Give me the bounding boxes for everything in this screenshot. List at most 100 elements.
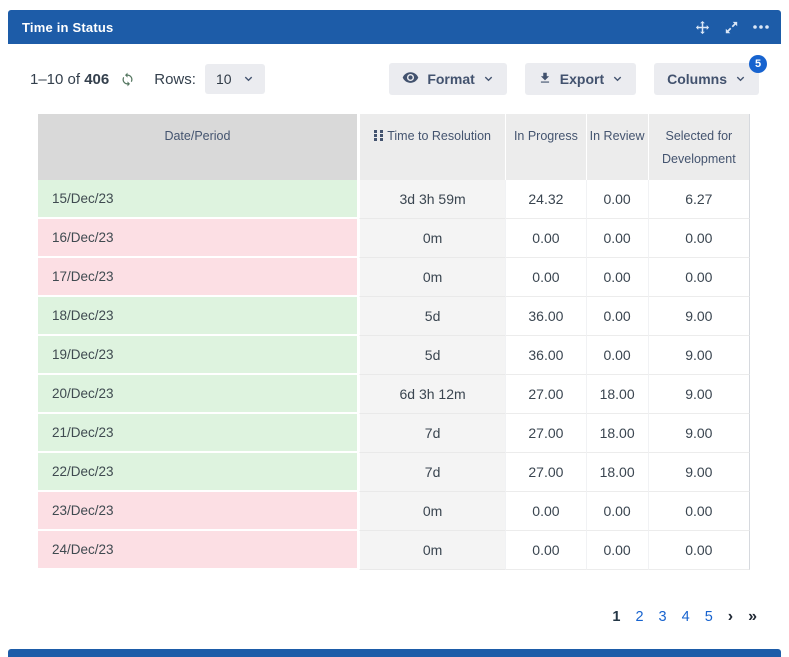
date-cell: 23/Dec/23 [38,492,359,531]
more-options-icon[interactable] [753,25,769,29]
pagination: 12345 › » [612,608,757,626]
in-review-cell: 0.00 [586,258,648,297]
in-review-cell: 0.00 [586,531,648,570]
in-review-cell: 18.00 [586,414,648,453]
table-body: 15/Dec/233d 3h 59m24.320.006.2716/Dec/23… [38,180,750,570]
table-row: 21/Dec/237d27.0018.009.00 [38,414,750,453]
table-row: 18/Dec/235d36.000.009.00 [38,297,750,336]
dashboard-page: Time in Status 1–10 of 406 Rows: 10 [0,0,789,657]
in-review-cell: 0.00 [586,219,648,258]
date-cell: 16/Dec/23 [38,219,359,258]
gadget-toolbar: 1–10 of 406 Rows: 10 Format [0,62,789,96]
time-to-resolution-cell: 7d [359,453,505,492]
date-cell: 19/Dec/23 [38,336,359,375]
next-gadget-header-bar [8,649,781,657]
in-progress-cell: 0.00 [505,219,585,258]
columns-count-badge: 5 [749,55,767,73]
selected-for-development-cell: 0.00 [648,219,750,258]
selected-for-development-cell: 9.00 [648,414,750,453]
chevron-down-icon [243,71,254,87]
date-cell: 18/Dec/23 [38,297,359,336]
in-progress-cell: 0.00 [505,531,585,570]
column-header-in-progress[interactable]: In Progress [505,114,585,180]
export-button[interactable]: Export [525,63,636,95]
download-icon [538,71,552,88]
page-3-link[interactable]: 3 [659,609,667,625]
table-row: 15/Dec/233d 3h 59m24.320.006.27 [38,180,750,219]
in-review-cell: 0.00 [586,180,648,219]
time-in-status-table: Date/Period Time to Resolution In Progre… [38,114,750,570]
table-row: 17/Dec/230m0.000.000.00 [38,258,750,297]
page-4-link[interactable]: 4 [682,609,690,625]
in-review-cell: 0.00 [586,492,648,531]
column-header-date-period[interactable]: Date/Period [38,114,359,180]
last-page-button[interactable]: » [748,608,757,626]
column-header-in-review[interactable]: In Review [586,114,648,180]
move-icon[interactable] [695,20,710,35]
table-row: 20/Dec/236d 3h 12m27.0018.009.00 [38,375,750,414]
page-5-link[interactable]: 5 [705,609,713,625]
selected-for-development-cell: 6.27 [648,180,750,219]
eye-icon [402,69,419,89]
in-review-cell: 0.00 [586,336,648,375]
selected-for-development-cell: 0.00 [648,531,750,570]
chevron-down-icon [612,71,623,87]
in-progress-cell: 0.00 [505,492,585,531]
column-header-label: Time to Resolution [387,129,491,143]
columns-button-label: Columns [667,71,727,87]
rows-per-page-select[interactable]: 10 [205,64,265,94]
rows-per-page-value: 10 [216,71,232,87]
column-header-time-to-resolution[interactable]: Time to Resolution [359,114,505,180]
column-header-selected-for-development[interactable]: Selected for Development [648,114,750,180]
date-cell: 15/Dec/23 [38,180,359,219]
date-cell: 22/Dec/23 [38,453,359,492]
drag-handle-icon[interactable] [374,126,383,149]
gadget-title: Time in Status [22,20,113,35]
export-button-label: Export [560,71,604,87]
selected-for-development-cell: 9.00 [648,375,750,414]
in-progress-cell: 27.00 [505,414,585,453]
range-label: 1–10 of 406 [30,71,109,88]
table-row: 22/Dec/237d27.0018.009.00 [38,453,750,492]
table-row: 23/Dec/230m0.000.000.00 [38,492,750,531]
toolbar-buttons: Format Export Columns [389,63,759,95]
in-progress-cell: 36.00 [505,297,585,336]
columns-button[interactable]: Columns [654,63,759,95]
selected-for-development-cell: 0.00 [648,492,750,531]
next-page-button[interactable]: › [728,608,733,626]
pager-info: 1–10 of 406 Rows: 10 [30,64,265,94]
columns-button-wrap: Columns 5 [654,63,759,95]
in-progress-cell: 27.00 [505,453,585,492]
in-review-cell: 0.00 [586,297,648,336]
time-to-resolution-cell: 6d 3h 12m [359,375,505,414]
time-to-resolution-cell: 0m [359,492,505,531]
maximize-icon[interactable] [725,21,738,34]
in-review-cell: 18.00 [586,375,648,414]
chevron-down-icon [483,71,494,87]
page-2-link[interactable]: 2 [635,609,643,625]
date-cell: 17/Dec/23 [38,258,359,297]
total-count: 406 [84,71,109,88]
table-row: 19/Dec/235d36.000.009.00 [38,336,750,375]
format-button-label: Format [427,71,474,87]
selected-for-development-cell: 9.00 [648,336,750,375]
table-row: 16/Dec/230m0.000.000.00 [38,219,750,258]
gadget-header-actions [695,20,769,35]
in-progress-cell: 24.32 [505,180,585,219]
date-cell: 20/Dec/23 [38,375,359,414]
date-cell: 21/Dec/23 [38,414,359,453]
time-to-resolution-cell: 5d [359,297,505,336]
page-1-current[interactable]: 1 [612,609,620,625]
gadget-header: Time in Status [8,10,781,44]
time-to-resolution-cell: 0m [359,219,505,258]
chevron-down-icon [735,71,746,87]
time-to-resolution-cell: 5d [359,336,505,375]
table-row: 24/Dec/230m0.000.000.00 [38,531,750,570]
selected-for-development-cell: 0.00 [648,258,750,297]
table-header: Date/Period Time to Resolution In Progre… [38,114,750,180]
in-progress-cell: 0.00 [505,258,585,297]
refresh-icon[interactable] [120,72,135,87]
in-review-cell: 18.00 [586,453,648,492]
format-button[interactable]: Format [389,63,506,95]
in-progress-cell: 27.00 [505,375,585,414]
